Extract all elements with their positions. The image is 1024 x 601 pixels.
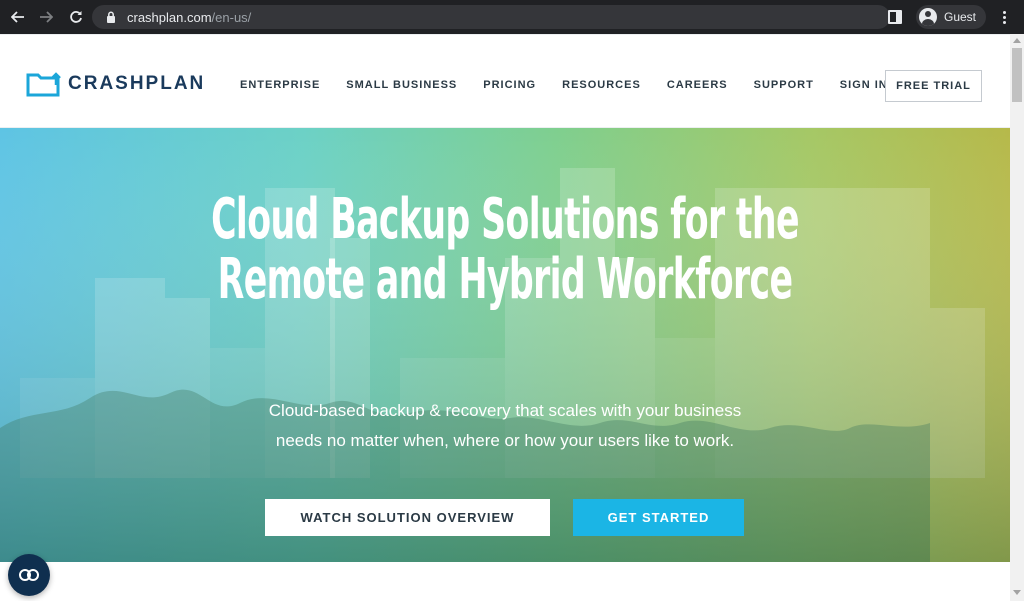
scroll-down-arrow[interactable]	[1013, 590, 1021, 595]
hero-banner: Cloud Backup Solutions for the Remote an…	[0, 128, 1010, 562]
page-scrollbar[interactable]	[1010, 34, 1024, 601]
forward-button[interactable]	[34, 5, 58, 29]
hero-subtitle-line-1: Cloud-based backup & recovery that scale…	[268, 401, 742, 420]
kebab-menu-icon[interactable]	[996, 10, 1012, 24]
get-started-button[interactable]: GET STARTED	[573, 499, 744, 536]
url-text: crashplan.com/en-us/	[127, 9, 252, 25]
reload-icon	[70, 11, 82, 23]
site-header: CRASHPLAN ENTERPRISE SMALL BUSINESS PRIC…	[0, 34, 1010, 128]
hero-title-line-2: Remote and Hybrid Workforce	[217, 247, 793, 312]
nav-resources[interactable]: RESOURCES	[562, 79, 641, 91]
hero-title: Cloud Backup Solutions for the Remote an…	[192, 190, 818, 310]
logo-text: CRASHPLAN	[68, 73, 206, 94]
side-panel-icon[interactable]	[887, 10, 902, 24]
browser-toolbar: crashplan.com/en-us/ Guest	[0, 0, 1024, 34]
nav-pricing[interactable]: PRICING	[483, 79, 536, 91]
hero-title-line-1: Cloud Backup Solutions for the	[211, 187, 799, 252]
nav-careers[interactable]: CAREERS	[667, 79, 728, 91]
hero-subtitle: Cloud-based backup & recovery that scale…	[0, 396, 1010, 456]
profile-button[interactable]: Guest	[915, 5, 986, 29]
profile-label: Guest	[943, 10, 976, 24]
nav-small-business[interactable]: SMALL BUSINESS	[346, 79, 457, 91]
free-trial-button[interactable]: FREE TRIAL	[885, 70, 982, 102]
nav-enterprise[interactable]: ENTERPRISE	[240, 79, 320, 91]
folder-upload-icon	[26, 72, 61, 97]
accessibility-widget-button[interactable]	[8, 554, 50, 596]
watch-overview-button[interactable]: WATCH SOLUTION OVERVIEW	[265, 499, 550, 536]
reload-button[interactable]	[64, 5, 88, 29]
avatar	[918, 8, 937, 26]
hero-subtitle-line-2: needs no matter when, where or how your …	[275, 431, 735, 450]
scroll-up-arrow[interactable]	[1013, 38, 1021, 43]
nav-sign-in[interactable]: SIGN IN	[840, 79, 888, 91]
main-nav: ENTERPRISE SMALL BUSINESS PRICING RESOUR…	[240, 79, 914, 91]
accessibility-widget-icon	[19, 569, 39, 581]
address-bar[interactable]: crashplan.com/en-us/	[92, 5, 890, 29]
scroll-thumb[interactable]	[1012, 48, 1022, 102]
lock-icon	[107, 11, 115, 23]
logo[interactable]: CRASHPLAN	[26, 71, 205, 97]
back-button[interactable]	[6, 5, 30, 29]
arrow-left-icon	[11, 11, 24, 23]
nav-support[interactable]: SUPPORT	[754, 79, 814, 91]
arrow-right-icon	[40, 11, 53, 23]
